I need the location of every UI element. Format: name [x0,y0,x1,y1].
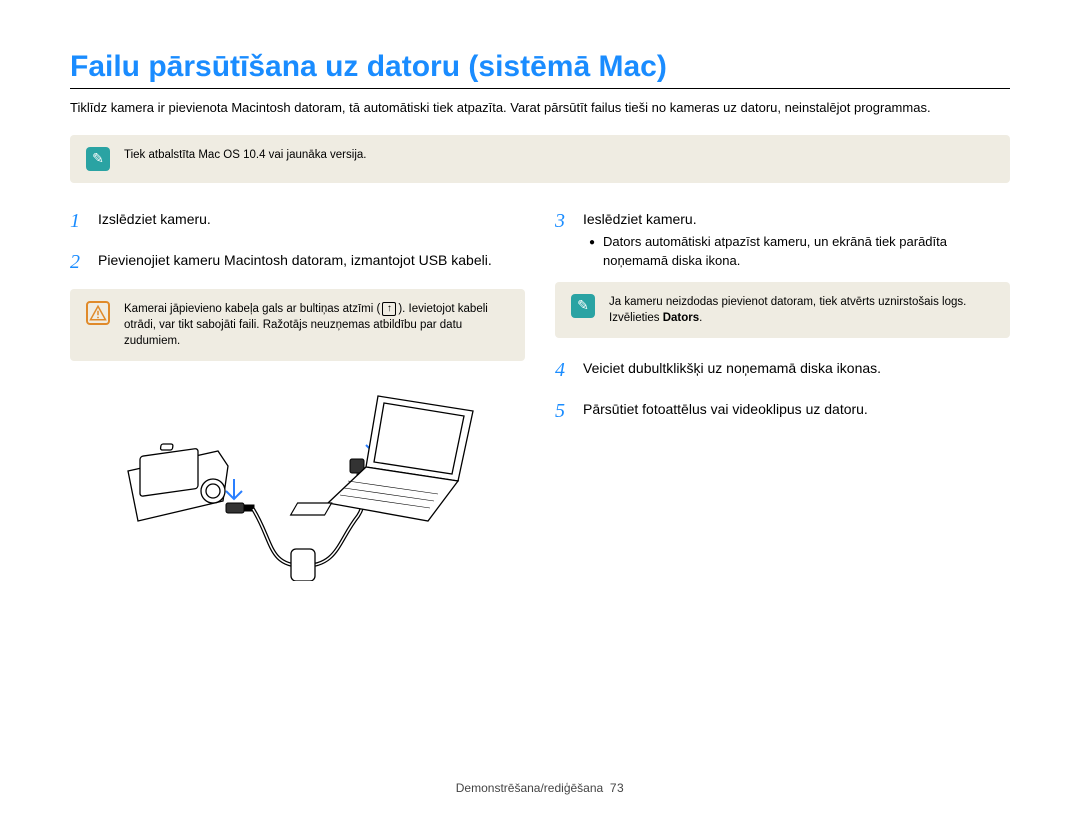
step-4: 4 Veiciet dubultklikšķi uz noņemamā disk… [555,356,1010,385]
step-text: Ieslēdziet kameru. [583,211,697,227]
step-number: 5 [555,397,573,426]
step-text: Pievienojiet kameru Macintosh datoram, i… [98,248,525,277]
step-number: 4 [555,356,573,385]
warning-text: Kamerai jāpievieno kabeļa gals ar bultiņ… [124,301,509,349]
footer-page-number: 73 [610,781,624,795]
sub-bullet-text: Dators automātiski atpazīst kameru, un e… [603,233,1010,269]
info-icon: ✎ [571,294,595,318]
left-column: 1 Izslēdziet kameru. 2 Pievienojiet kame… [70,207,525,581]
note-box-right-text: Ja kameru neizdodas pievienot datoram, t… [609,294,994,326]
step-text: Pārsūtiet fotoattēlus vai videoklipus uz… [583,397,1010,426]
page-footer: Demonstrēšana/rediģēšana 73 [0,781,1080,795]
warning-icon [86,301,110,325]
right-column: 3 Ieslēdziet kameru. ● Dators automātisk… [555,207,1010,581]
note-box-right: ✎ Ja kameru neizdodas pievienot datoram,… [555,282,1010,338]
step-3: 3 Ieslēdziet kameru. ● Dators automātisk… [555,207,1010,270]
step-number: 3 [555,207,573,270]
step-text: Veiciet dubultklikšķi uz noņemamā diska … [583,356,1010,385]
bullet-icon: ● [589,233,595,269]
step-5: 5 Pārsūtiet fotoattēlus vai videoklipus … [555,397,1010,426]
page-title: Failu pārsūtīšana uz datoru (sistēmā Mac… [70,50,1010,89]
warning-box: Kamerai jāpievieno kabeļa gals ar bultiņ… [70,289,525,361]
step-3-sub: ● Dators automātiski atpazīst kameru, un… [589,233,1010,269]
info-icon: ✎ [86,147,110,171]
step-1: 1 Izslēdziet kameru. [70,207,525,236]
note-box-top: ✎ Tiek atbalstīta Mac OS 10.4 vai jaunāk… [70,135,1010,183]
arrow-up-icon: ↑ [382,302,396,316]
intro-text: Tiklīdz kamera ir pievienota Macintosh d… [70,99,1010,117]
note-box-top-text: Tiek atbalstīta Mac OS 10.4 vai jaunāka … [124,147,366,163]
footer-section: Demonstrēšana/rediģēšana [456,781,603,795]
step-text: Izslēdziet kameru. [98,207,525,236]
step-number: 2 [70,248,88,277]
step-number: 1 [70,207,88,236]
connection-illustration [70,381,525,581]
step-2: 2 Pievienojiet kameru Macintosh datoram,… [70,248,525,277]
